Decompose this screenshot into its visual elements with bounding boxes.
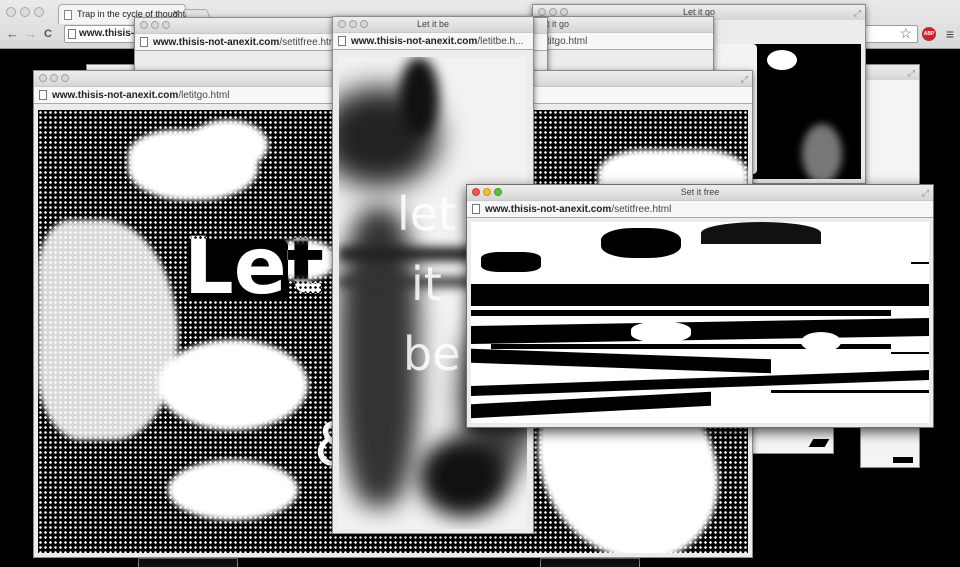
adblock-icon[interactable]: ABP — [922, 27, 936, 41]
main-zoom-button[interactable] — [34, 7, 44, 17]
window-titlebar: ⤢ — [861, 65, 919, 80]
window-url-domain: www.thisis-not-anexit.com — [485, 204, 612, 215]
expand-icon[interactable]: ⤢ — [741, 72, 748, 87]
page-icon — [140, 37, 148, 47]
popup-window-set-it-free: Set it free ⤢ www.thisis-not-anexit.com/… — [466, 184, 934, 428]
page-icon — [39, 90, 47, 100]
reload-icon[interactable]: C — [44, 26, 52, 42]
window-url-path: /letitgo.html — [178, 90, 230, 101]
back-arrow-icon[interactable]: ← — [6, 26, 19, 42]
window-url-path: /setitfree.htm — [279, 37, 338, 48]
window-url-path: /letitbe.h... — [477, 36, 524, 47]
window-titlebar: Let it go — [535, 17, 713, 32]
window-url-path: /setitfree.html — [611, 204, 672, 215]
expand-icon[interactable]: ⤢ — [908, 66, 915, 81]
overlay-word-let: Let — [184, 222, 324, 312]
window-titlebar: Let it be — [333, 17, 533, 32]
page-icon — [472, 204, 480, 214]
window-url-domain: www.thisis-not-anexit.com — [351, 36, 478, 47]
window-titlebar: Set it free ⤢ — [467, 185, 933, 200]
bookmark-star-icon[interactable]: ☆ — [899, 25, 912, 42]
window-address-bar[interactable]: www.thisis-not-anexit.com/setitfree.html — [467, 200, 933, 218]
main-minimize-button[interactable] — [20, 7, 30, 17]
expand-icon[interactable]: ⤢ — [922, 186, 929, 201]
expand-icon[interactable]: ⤢ — [854, 6, 861, 21]
window-address-bar[interactable]: www.thisis-not-anexit.com/letitbe.h... — [333, 32, 533, 50]
popup-window-bottom-sliver — [138, 558, 238, 567]
window-url-domain: www.thisis-not-anexit.com — [52, 90, 179, 101]
menu-icon[interactable]: ≡ — [946, 26, 954, 42]
desktop-stage: Trap in the cycle of thought × ← → C www… — [0, 0, 960, 567]
page-icon — [338, 36, 346, 46]
window-close-button[interactable] — [472, 188, 480, 196]
window-url-domain: www.thisis-not-anexit.com — [153, 37, 280, 48]
window-content-streak-image — [471, 222, 929, 423]
window-title: Let it be — [416, 19, 450, 29]
page-icon — [68, 29, 76, 39]
window-minimize-button[interactable] — [483, 188, 491, 196]
popup-window-bottom-sliver-2 — [540, 558, 640, 567]
overlay-line-let: let — [397, 187, 457, 241]
page-icon — [64, 10, 72, 20]
window-zoom-button[interactable] — [494, 188, 502, 196]
forward-arrow-icon[interactable]: → — [24, 26, 37, 42]
overlay-line-it: it — [411, 257, 442, 311]
window-address-bar[interactable]: letitgo.html — [535, 32, 713, 50]
address-bar-domain: www.thisis- — [79, 28, 135, 39]
main-close-button[interactable] — [6, 7, 16, 17]
window-title: Set it free — [680, 187, 720, 197]
overlay-line-be: be — [403, 327, 461, 381]
